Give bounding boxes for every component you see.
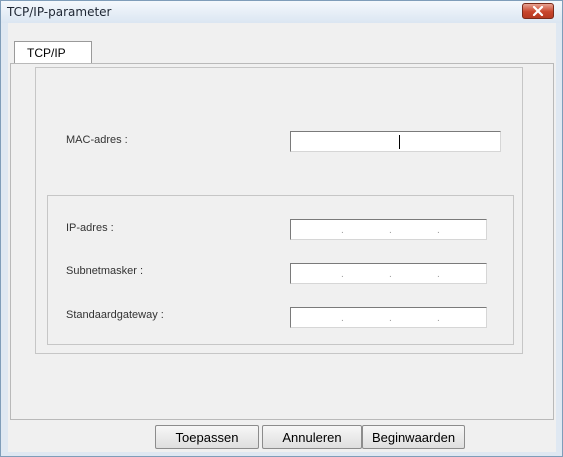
ip-address-input[interactable]: . . . <box>290 219 487 240</box>
cancel-button[interactable]: Annuleren <box>262 425 362 449</box>
defaults-button[interactable]: Beginwaarden <box>362 425 465 449</box>
ip-octet-separator: . <box>341 225 344 236</box>
subnet-mask-label: Subnetmasker : <box>66 265 144 277</box>
mac-address-label: MAC-adres : <box>66 134 128 146</box>
close-icon <box>532 6 544 16</box>
text-caret <box>399 135 400 149</box>
ip-octet-separator: . <box>437 313 440 324</box>
apply-button[interactable]: Toepassen <box>155 425 259 449</box>
ip-octet-separator: . <box>341 269 344 280</box>
dialog-client-area: TCP/IP MAC-adres : IP-adres : . . . Subn… <box>8 23 556 452</box>
ip-address-label: IP-adres : <box>66 222 114 234</box>
ip-octet-separator: . <box>389 225 392 236</box>
default-gateway-input[interactable]: . . . <box>290 307 487 328</box>
ip-octet-separator: . <box>341 313 344 324</box>
window-title: TCP/IP-parameter <box>7 5 112 19</box>
mac-address-input[interactable] <box>290 131 501 152</box>
ip-octet-separator: . <box>437 225 440 236</box>
ip-octet-separator: . <box>389 269 392 280</box>
tab-tcp-ip[interactable]: TCP/IP <box>14 41 92 64</box>
close-button[interactable] <box>522 3 554 19</box>
subnet-mask-input[interactable]: . . . <box>290 263 487 284</box>
title-bar[interactable]: TCP/IP-parameter <box>1 1 562 23</box>
dialog-window: TCP/IP-parameter TCP/IP MAC-adres : IP-a… <box>0 0 563 457</box>
default-gateway-label: Standaardgateway : <box>66 309 164 321</box>
ip-octet-separator: . <box>437 269 440 280</box>
tab-label: TCP/IP <box>27 46 66 60</box>
ip-octet-separator: . <box>389 313 392 324</box>
